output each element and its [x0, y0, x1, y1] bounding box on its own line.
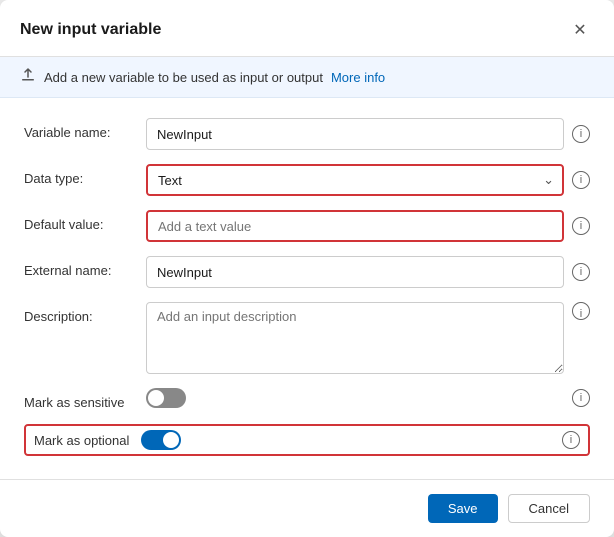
- info-banner: Add a new variable to be used as input o…: [0, 57, 614, 98]
- banner-text: Add a new variable to be used as input o…: [44, 70, 323, 85]
- default-value-row: Default value: i: [24, 210, 590, 242]
- dialog-header: New input variable ✕: [0, 0, 614, 57]
- data-type-select[interactable]: Text Number Boolean Date: [146, 164, 564, 196]
- mark-optional-slider: [141, 430, 181, 450]
- variable-name-row: Variable name: i: [24, 118, 590, 150]
- external-name-info-icon[interactable]: i: [572, 263, 590, 281]
- variable-name-label: Variable name:: [24, 118, 134, 140]
- upload-icon: [20, 67, 36, 87]
- mark-sensitive-row: Mark as sensitive i: [24, 388, 590, 410]
- mark-optional-toggle[interactable]: [141, 430, 181, 450]
- mark-sensitive-toggle[interactable]: [146, 388, 186, 408]
- default-value-wrap: i: [146, 210, 590, 242]
- mark-sensitive-slider: [146, 388, 186, 408]
- dialog-footer: Save Cancel: [0, 479, 614, 537]
- mark-optional-toggle-container: [141, 430, 181, 450]
- variable-name-wrap: i: [146, 118, 590, 150]
- data-type-select-wrap: Text Number Boolean Date ⌄: [146, 164, 564, 196]
- cancel-button[interactable]: Cancel: [508, 494, 590, 523]
- save-button[interactable]: Save: [428, 494, 498, 523]
- dialog-body: Variable name: i Data type: Text Number …: [0, 98, 614, 479]
- mark-sensitive-toggle-container: [146, 388, 186, 408]
- default-value-label: Default value:: [24, 210, 134, 232]
- mark-sensitive-label: Mark as sensitive: [24, 388, 134, 410]
- default-value-input[interactable]: [146, 210, 564, 242]
- mark-sensitive-info-icon[interactable]: i: [572, 389, 590, 407]
- description-row: Description: i: [24, 302, 590, 374]
- external-name-label: External name:: [24, 256, 134, 278]
- mark-optional-row: Mark as optional i: [24, 424, 590, 456]
- external-name-input[interactable]: [146, 256, 564, 288]
- mark-optional-info-icon[interactable]: i: [562, 431, 580, 449]
- external-name-wrap: i: [146, 256, 590, 288]
- description-textarea[interactable]: [146, 302, 564, 374]
- description-info-icon[interactable]: i: [572, 302, 590, 320]
- data-type-wrap: Text Number Boolean Date ⌄ i: [146, 164, 590, 196]
- dialog: New input variable ✕ Add a new variable …: [0, 0, 614, 537]
- dialog-title: New input variable: [20, 21, 161, 39]
- mark-optional-highlight: Mark as optional i: [24, 424, 590, 456]
- variable-name-input[interactable]: [146, 118, 564, 150]
- mark-optional-label: Mark as optional: [34, 433, 129, 448]
- default-value-info-icon[interactable]: i: [572, 217, 590, 235]
- more-info-link[interactable]: More info: [331, 70, 385, 85]
- description-wrap: i: [146, 302, 590, 374]
- description-label: Description:: [24, 302, 134, 324]
- variable-name-info-icon[interactable]: i: [572, 125, 590, 143]
- close-button[interactable]: ✕: [566, 16, 594, 44]
- data-type-row: Data type: Text Number Boolean Date ⌄ i: [24, 164, 590, 196]
- data-type-info-icon[interactable]: i: [572, 171, 590, 189]
- data-type-label: Data type:: [24, 164, 134, 186]
- external-name-row: External name: i: [24, 256, 590, 288]
- mark-sensitive-wrap: i: [146, 388, 590, 408]
